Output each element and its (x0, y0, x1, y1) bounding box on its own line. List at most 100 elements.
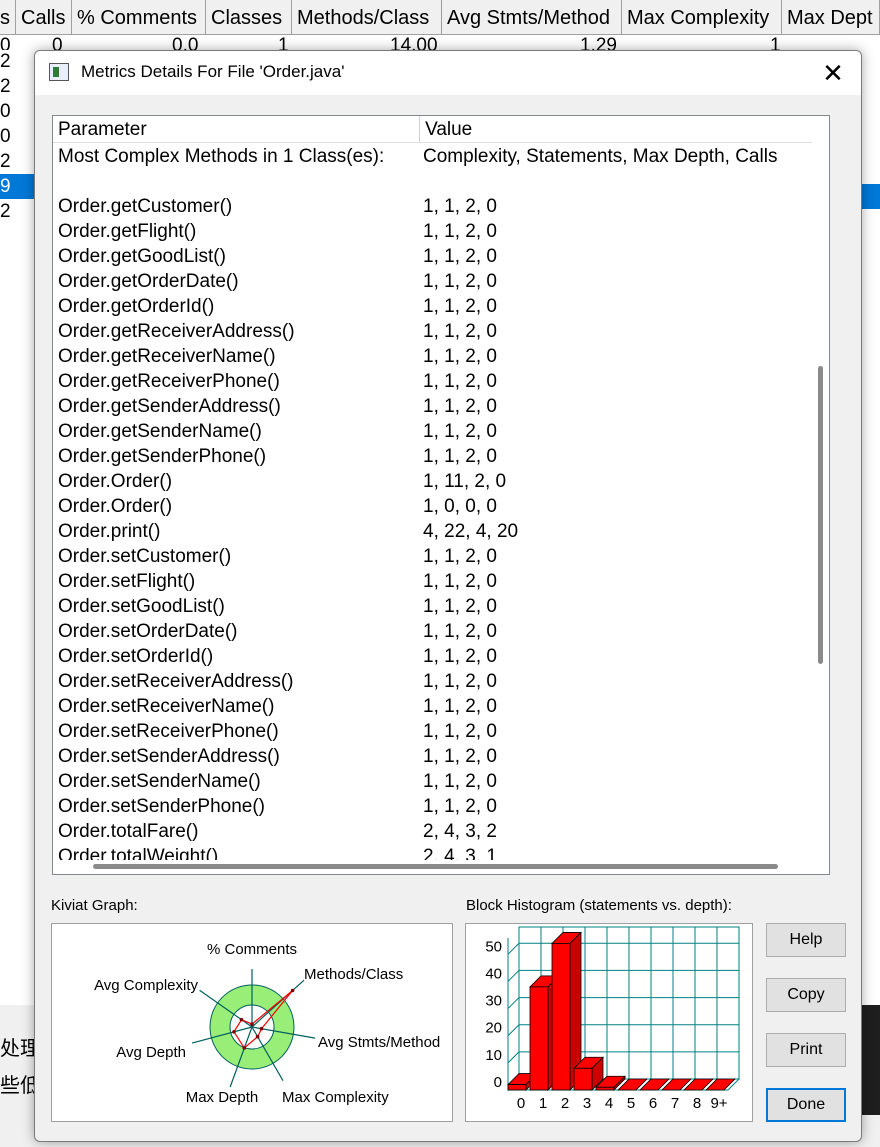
parameter-cell: Order.getReceiverPhone() (58, 371, 280, 392)
list-row[interactable]: Order.getFlight() 1, 1, 2, 0 (53, 219, 813, 244)
list-row[interactable]: Order.setOrderId() 1, 1, 2, 0 (53, 644, 813, 669)
copy-button[interactable]: Copy (766, 978, 846, 1012)
value-cell: 1, 1, 2, 0 (423, 596, 497, 617)
list-row[interactable]: Most Complex Methods in 1 Class(es): Comp… (53, 144, 813, 169)
value-cell: 1, 1, 2, 0 (423, 646, 497, 667)
list-row[interactable]: Order.setReceiverAddress() 1, 1, 2, 0 (53, 669, 813, 694)
kiviat-axis-label: Max Complexity (282, 1089, 389, 1106)
block-histogram-svg: 010203040500 1 2 3 4 5 6 7 8 9+ (485, 926, 741, 1112)
list-row[interactable]: Order.Order() 1, 11, 2, 0 (53, 469, 813, 494)
parameter-cell: Order.setFlight() (58, 571, 196, 592)
list-row[interactable]: Order.getReceiverPhone() 1, 1, 2, 0 (53, 369, 813, 394)
parameter-cell: Order.setReceiverName() (58, 696, 275, 717)
background-selected-row (862, 184, 880, 209)
help-button[interactable]: Help (766, 923, 846, 957)
value-cell: 1, 1, 2, 0 (423, 721, 497, 742)
histogram-x-tick-label: 1 (539, 1095, 547, 1112)
histogram-bar (595, 1086, 615, 1091)
value-cell: 2, 4, 3, 2 (423, 821, 497, 842)
kiviat-data-point (255, 1034, 260, 1039)
background-row[interactable]: 2 (0, 199, 34, 224)
background-row[interactable]: 2 (0, 74, 34, 99)
horizontal-scrollbar[interactable] (53, 860, 829, 874)
close-button[interactable]: ✕ (813, 55, 853, 91)
list-row[interactable]: Order.getReceiverAddress() 1, 1, 2, 0 (53, 319, 813, 344)
list-header: Parameter Value (53, 116, 829, 143)
background-column-header: Calls (16, 0, 72, 34)
metrics-list[interactable]: Parameter Value Most Complex Methods in … (52, 115, 830, 875)
list-row[interactable]: Order.setFlight() 1, 1, 2, 0 (53, 569, 813, 594)
list-row[interactable]: Order.getReceiverName() 1, 1, 2, 0 (53, 344, 813, 369)
column-header-value[interactable]: Value (420, 116, 829, 142)
background-table-header: s Calls% Comments Classes Methods/Class Avg … (0, 0, 880, 35)
parameter-cell: Most Complex Methods in 1 Class(es): (58, 146, 385, 167)
kiviat-data-point (242, 1046, 247, 1050)
histogram-bar (573, 1067, 593, 1091)
histogram-x-tick-label: 6 (649, 1095, 657, 1112)
vertical-scrollbar[interactable] (812, 142, 829, 862)
histogram-grid-side (507, 997, 520, 1009)
histogram-x-tick-label: 0 (517, 1095, 525, 1112)
list-row[interactable]: Order.totalFare() 2, 4, 3, 2 (53, 819, 813, 844)
background-row[interactable]: 0 (0, 99, 34, 124)
parameter-cell: Order.setGoodList() (58, 596, 225, 617)
background-first-row-cell: 1 (278, 35, 289, 50)
value-cell: 1, 11, 2, 0 (423, 471, 507, 492)
list-row[interactable]: Order.setOrderDate() 1, 1, 2, 0 (53, 619, 813, 644)
list-row[interactable]: Order.print() 4, 22, 4, 20 (53, 519, 813, 544)
column-header-parameter[interactable]: Parameter (53, 116, 421, 142)
background-first-row-cell: 0 (52, 35, 63, 50)
background-row[interactable]: 2 (0, 149, 34, 174)
list-row[interactable]: Order.setCustomer() 1, 1, 2, 0 (53, 544, 813, 569)
parameter-cell: Order.getSenderPhone() (58, 446, 267, 467)
kiviat-axis-label: Methods/Class (304, 966, 403, 983)
value-cell: 1, 0, 0, 0 (423, 496, 497, 517)
list-row[interactable]: Order.setSenderName() 1, 1, 2, 0 (53, 769, 813, 794)
background-first-row-cell: 1.29 (580, 35, 617, 50)
list-row[interactable]: Order.getSenderPhone() 1, 1, 2, 0 (53, 444, 813, 469)
histogram-y-tick-label: 40 (485, 965, 502, 982)
list-row[interactable]: Order.Order() 1, 0, 0, 0 (53, 494, 813, 519)
list-body: Most Complex Methods in 1 Class(es): Comp… (53, 144, 813, 869)
horizontal-scroll-thumb[interactable] (93, 864, 778, 869)
print-button[interactable]: Print (766, 1033, 846, 1067)
background-row[interactable]: 0 (0, 124, 34, 149)
histogram-bar (507, 1084, 527, 1091)
parameter-cell: Order.setOrderId() (58, 646, 214, 667)
histogram-x-tick-label: 5 (627, 1095, 635, 1112)
kiviat-axis-label: Avg Depth (116, 1044, 186, 1061)
list-row[interactable]: Order.getOrderId() 1, 1, 2, 0 (53, 294, 813, 319)
dialog-titlebar[interactable]: Metrics Details For File 'Order.java' ✕ (35, 51, 861, 95)
background-row[interactable]: 2 (0, 49, 34, 74)
kiviat-axis-label: Avg Stmts/Method (318, 1034, 440, 1051)
list-row[interactable]: Order.getSenderName() 1, 1, 2, 0 (53, 419, 813, 444)
list-row[interactable]: Order.setSenderAddress() 1, 1, 2, 0 (53, 744, 813, 769)
list-row[interactable]: Order.setReceiverPhone() 1, 1, 2, 0 (53, 719, 813, 744)
list-row[interactable] (53, 169, 813, 194)
list-row[interactable]: Order.getCustomer() 1, 1, 2, 0 (53, 194, 813, 219)
value-cell: 1, 1, 2, 0 (423, 221, 497, 242)
histogram-x-tick-label: 7 (671, 1095, 679, 1112)
parameter-cell: Order.Order() (58, 471, 173, 492)
histogram-bar (529, 986, 549, 1091)
list-row[interactable]: Order.setGoodList() 1, 1, 2, 0 (53, 594, 813, 619)
kiviat-graph-svg: % Comments Methods/Class Avg Stmts/Method M… (94, 941, 440, 1106)
list-row[interactable]: Order.setSenderPhone() 1, 1, 2, 0 (53, 794, 813, 819)
parameter-cell: Order.print() (58, 521, 161, 542)
histogram-x-tick-label: 4 (605, 1095, 613, 1112)
histogram-grid-side (507, 1024, 520, 1037)
done-button[interactable]: Done (766, 1088, 846, 1122)
dialog-title: Metrics Details For File 'Order.java' (81, 62, 345, 81)
parameter-cell (53, 169, 423, 194)
list-row[interactable]: Order.getSenderAddress() 1, 1, 2, 0 (53, 394, 813, 419)
list-row[interactable]: Order.getGoodList() 1, 1, 2, 0 (53, 244, 813, 269)
list-row[interactable]: Order.getOrderDate() 1, 1, 2, 0 (53, 269, 813, 294)
value-cell: 1, 1, 2, 0 (423, 271, 497, 292)
list-row[interactable]: Order.setReceiverName() 1, 1, 2, 0 (53, 694, 813, 719)
background-dark-panel (862, 1005, 880, 1115)
histogram-x-tick-label: 3 (583, 1095, 591, 1112)
parameter-cell: Order.setSenderAddress() (58, 746, 280, 767)
vertical-scroll-thumb[interactable] (818, 366, 823, 664)
background-row[interactable]: 9 (0, 174, 34, 199)
parameter-cell: Order.getReceiverAddress() (58, 321, 295, 342)
